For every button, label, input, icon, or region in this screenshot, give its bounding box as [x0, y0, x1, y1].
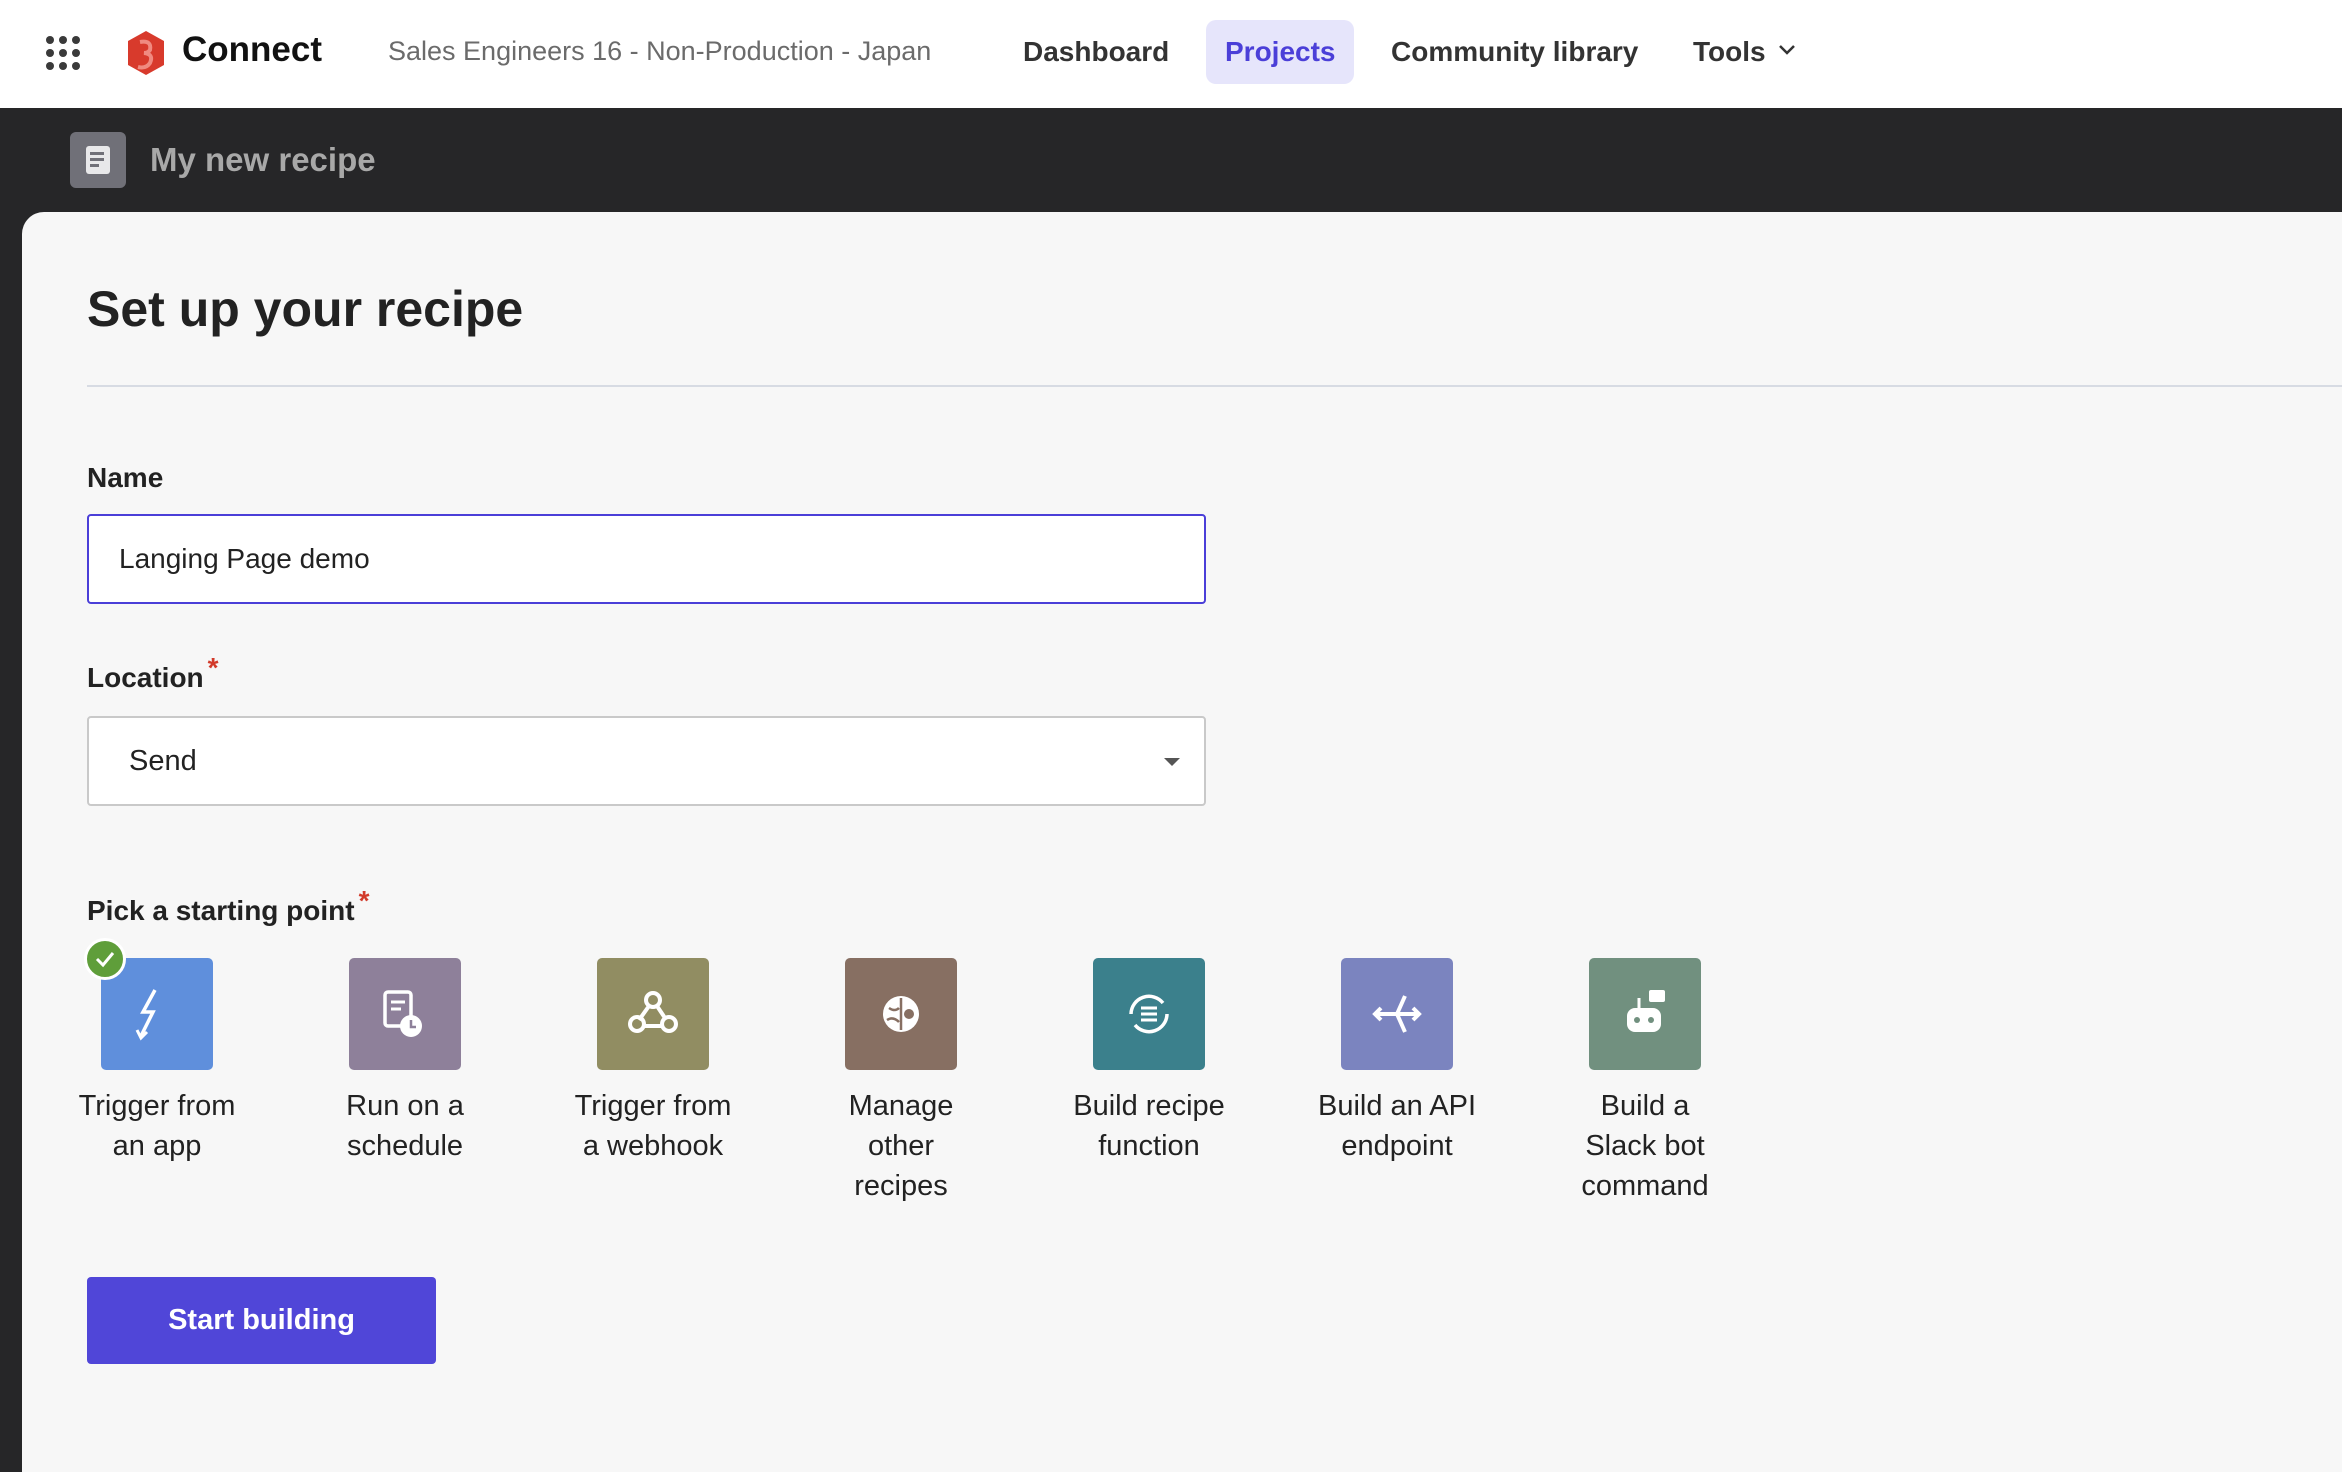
- location-selected-value: Send: [129, 745, 197, 777]
- starting-point-option[interactable]: Build recipe function: [1049, 958, 1249, 1166]
- starting-point-option[interactable]: Build a Slack bot command: [1545, 958, 1745, 1206]
- option-label-line: an app: [112, 1130, 202, 1162]
- connect-logo-icon[interactable]: [126, 30, 166, 76]
- option-label-line: function: [1098, 1130, 1200, 1162]
- nav-dashboard[interactable]: Dashboard: [1023, 36, 1169, 68]
- option-label-line: a webhook: [582, 1130, 724, 1162]
- option-label-line: Manage: [848, 1090, 954, 1122]
- workspace-name[interactable]: Sales Engineers 16 - Non-Production - Ja…: [388, 36, 931, 67]
- option-label-line: Build an API: [1318, 1090, 1476, 1122]
- nav-community-library[interactable]: Community library: [1391, 36, 1638, 68]
- option-label: Build an API endpoint: [1297, 1086, 1497, 1166]
- option-label: Run on a schedule: [305, 1086, 505, 1166]
- option-label-line: Build a: [1600, 1090, 1690, 1122]
- starting-point-option[interactable]: Manage other recipes: [801, 958, 1001, 1206]
- option-label-line: other: [867, 1130, 935, 1162]
- required-mark: *: [207, 652, 219, 683]
- option-label-line: recipes: [854, 1170, 948, 1202]
- function-cycle-icon: [1093, 958, 1205, 1070]
- starting-point-option[interactable]: Trigger from a webhook: [553, 958, 753, 1166]
- nav-tools[interactable]: Tools: [1693, 36, 1766, 68]
- bot-icon: [1589, 958, 1701, 1070]
- name-input[interactable]: [87, 514, 1206, 604]
- start-building-button[interactable]: Start building: [87, 1277, 436, 1364]
- option-label-line: Trigger from: [78, 1090, 236, 1122]
- caret-down-icon: [1164, 758, 1180, 766]
- selected-check-icon: [84, 938, 126, 980]
- location-label: Location *: [87, 652, 219, 694]
- option-label-line: Build recipe: [1073, 1090, 1225, 1122]
- option-label-line: command: [1581, 1170, 1709, 1202]
- option-label: Build a Slack bot command: [1545, 1086, 1745, 1206]
- app-grid-icon[interactable]: [46, 36, 80, 70]
- top-nav-bar: Connect Sales Engineers 16 - Non-Product…: [0, 0, 2342, 108]
- schedule-clock-icon: [349, 958, 461, 1070]
- option-label-line: endpoint: [1341, 1130, 1453, 1162]
- starting-point-label-text: Pick a starting point: [87, 895, 355, 926]
- option-label-line: Trigger from: [574, 1090, 732, 1122]
- webhook-icon: [597, 958, 709, 1070]
- api-endpoint-icon: [1341, 958, 1453, 1070]
- page-title: Set up your recipe: [87, 281, 524, 337]
- location-label-text: Location: [87, 662, 204, 693]
- name-label: Name: [87, 462, 164, 493]
- location-select[interactable]: Send: [87, 716, 1206, 806]
- starting-point-option[interactable]: Build an API endpoint: [1297, 958, 1497, 1166]
- recipe-title[interactable]: My new recipe: [150, 141, 376, 179]
- option-label-line: Slack bot: [1585, 1130, 1705, 1162]
- required-mark: *: [358, 885, 370, 916]
- starting-point-option[interactable]: Trigger from an app: [57, 958, 257, 1166]
- starting-point-option[interactable]: Run on a schedule: [305, 958, 505, 1166]
- nav-projects-label[interactable]: Projects: [1225, 36, 1336, 68]
- option-label: Build recipe function: [1049, 1086, 1249, 1166]
- brand-name[interactable]: Connect: [182, 30, 322, 70]
- chevron-down-icon[interactable]: [1778, 44, 1796, 56]
- recipe-document-icon: [70, 132, 126, 188]
- option-label: Trigger from an app: [57, 1086, 257, 1166]
- option-label-line: Run on a: [346, 1090, 464, 1122]
- option-label-line: schedule: [346, 1130, 464, 1162]
- starting-point-label: Pick a starting point *: [87, 885, 370, 927]
- brain-gear-icon: [845, 958, 957, 1070]
- divider: [87, 385, 2342, 387]
- option-label: Manage other recipes: [801, 1086, 1001, 1206]
- option-label: Trigger from a webhook: [553, 1086, 753, 1166]
